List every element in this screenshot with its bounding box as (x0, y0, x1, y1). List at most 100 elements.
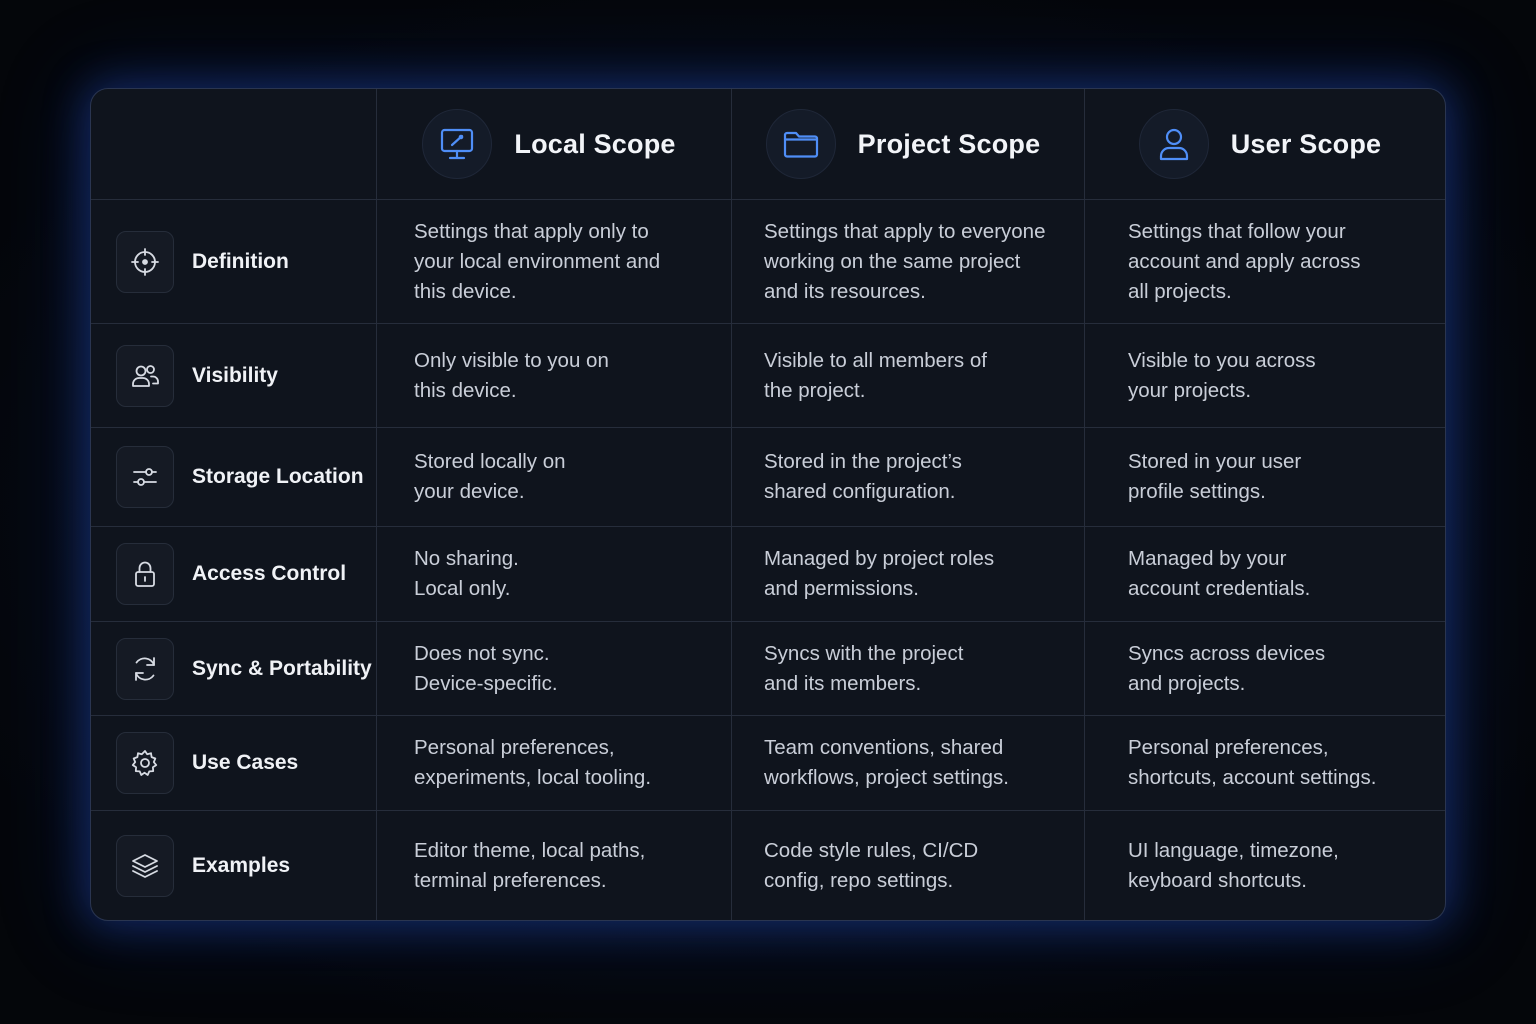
cell-access-local: No sharing. Local only. (377, 527, 732, 622)
cell-text-line: your local environment and (414, 249, 661, 273)
header-user-scope: User Scope (1085, 89, 1445, 200)
page-background: Local Scope Project Scope User Scope Def… (0, 0, 1536, 1024)
cell-text-line: keyboard shortcuts. (1128, 868, 1307, 892)
refresh-icon (116, 637, 174, 700)
cell-text-line: Local only. (414, 577, 511, 600)
cell-text-line: Syncs across devices (1128, 641, 1326, 665)
column-title-local: Local Scope (514, 128, 676, 159)
column-title-user: User Scope (1230, 128, 1382, 159)
crosshair-icon (116, 230, 174, 293)
cell-text-line: experiments, local tooling. (414, 766, 652, 789)
row-label: Storage Location (192, 465, 364, 488)
row-label: Definition (192, 249, 289, 273)
cell-text-line: No sharing. (414, 547, 519, 570)
cell-text-line: shortcuts, account settings. (1128, 766, 1377, 789)
cell-text-line: Code style rules, CI/CD (764, 838, 979, 862)
row-label: Sync & Portability (192, 656, 372, 680)
users-icon (116, 344, 174, 407)
row-header-examples: Examples (91, 811, 377, 920)
cell-text-line: Visible to all members of (764, 348, 987, 372)
cell-visibility-user: Visible to you across your projects. (1085, 324, 1445, 428)
cell-examples-user: UI language, timezone, keyboard shortcut… (1085, 811, 1445, 920)
cell-text-line: profile settings. (1128, 480, 1266, 503)
cell-definition-local: Settings that apply only to your local e… (377, 200, 732, 324)
cell-text-line: and its members. (764, 671, 922, 695)
cell-text-line: workflows, project settings. (764, 766, 1009, 789)
table-grid: Local Scope Project Scope User Scope Def… (91, 89, 1445, 920)
cell-text-line: your projects. (1128, 378, 1252, 402)
row-header-storage-location: Storage Location (91, 428, 377, 527)
header-empty-cell (91, 89, 377, 200)
row-label: Use Cases (192, 751, 299, 774)
header-local-scope: Local Scope (377, 89, 732, 200)
scope-comparison-table: Local Scope Project Scope User Scope Def… (90, 88, 1446, 921)
cell-text-line: config, repo settings. (764, 868, 954, 892)
cell-text-line: and its resources. (764, 279, 926, 303)
cell-visibility-project: Visible to all members of the project. (732, 324, 1085, 428)
cell-text-line: shared configuration. (764, 480, 956, 503)
gear-icon (116, 732, 174, 794)
cell-text-line: Device-specific. (414, 671, 558, 695)
cell-examples-project: Code style rules, CI/CD config, repo set… (732, 811, 1085, 920)
cell-storage-project: Stored in the project’s shared configura… (732, 428, 1085, 527)
cell-access-user: Managed by your account credentials. (1085, 527, 1445, 622)
cell-text-line: Only visible to you on (414, 348, 609, 372)
cell-text-line: Managed by your (1128, 547, 1287, 570)
cell-text-line: Syncs with the project (764, 641, 964, 665)
cell-sync-user: Syncs across devices and projects. (1085, 622, 1445, 716)
cell-definition-user: Settings that follow your account and ap… (1085, 200, 1445, 324)
cell-text-line: Visible to you across (1128, 348, 1316, 372)
header-project-scope: Project Scope (732, 89, 1085, 200)
sliders-icon (116, 446, 174, 508)
cell-sync-project: Syncs with the project and its members. (732, 622, 1085, 716)
cell-storage-user: Stored in your user profile settings. (1085, 428, 1445, 527)
user-icon (1138, 109, 1209, 179)
cell-usecases-project: Team conventions, shared workflows, proj… (732, 716, 1085, 811)
cell-text-line: and projects. (1128, 671, 1246, 695)
cell-text-line: Settings that apply to everyone (764, 219, 1046, 243)
monitor-icon (422, 109, 493, 179)
cell-usecases-local: Personal preferences, experiments, local… (377, 716, 732, 811)
cell-text-line: the project. (764, 378, 866, 402)
cell-text-line: Settings that follow your (1128, 219, 1346, 243)
layers-icon (116, 834, 174, 897)
cell-text-line: Editor theme, local paths, (414, 838, 646, 862)
lock-icon (116, 543, 174, 605)
cell-sync-local: Does not sync. Device-specific. (377, 622, 732, 716)
cell-text-line: terminal preferences. (414, 868, 607, 892)
row-header-sync-portability: Sync & Portability (91, 622, 377, 716)
cell-examples-local: Editor theme, local paths, terminal pref… (377, 811, 732, 920)
cell-text-line: Stored in the project’s (764, 450, 962, 473)
cell-text-line: Stored locally on (414, 450, 566, 473)
row-label: Examples (192, 853, 291, 877)
row-header-visibility: Visibility (91, 324, 377, 428)
cell-text-line: your device. (414, 480, 525, 503)
cell-text-line: and permissions. (764, 577, 919, 600)
cell-access-project: Managed by project roles and permissions… (732, 527, 1085, 622)
cell-text-line: account credentials. (1128, 577, 1311, 600)
cell-text-line: UI language, timezone, (1128, 838, 1339, 862)
cell-text-line: Does not sync. (414, 641, 550, 665)
row-header-definition: Definition (91, 200, 377, 324)
cell-usecases-user: Personal preferences, shortcuts, account… (1085, 716, 1445, 811)
cell-storage-local: Stored locally on your device. (377, 428, 732, 527)
cell-definition-project: Settings that apply to everyone working … (732, 200, 1085, 324)
cell-text-line: account and apply across (1128, 249, 1361, 273)
row-header-access-control: Access Control (91, 527, 377, 622)
cell-text-line: this device. (414, 378, 517, 402)
cell-text-line: working on the same project (764, 249, 1021, 273)
cell-text-line: Managed by project roles (764, 547, 995, 570)
cell-text-line: all projects. (1128, 279, 1232, 303)
cell-text-line: Stored in your user (1128, 450, 1302, 473)
cell-text-line: Personal preferences, (414, 736, 615, 759)
cell-visibility-local: Only visible to you on this device. (377, 324, 732, 428)
row-label: Visibility (192, 363, 278, 387)
folder-icon (765, 109, 836, 179)
cell-text-line: Settings that apply only to (414, 219, 649, 243)
row-label: Access Control (192, 562, 347, 585)
cell-text-line: this device. (414, 279, 517, 303)
cell-text-line: Team conventions, shared (764, 736, 1004, 759)
cell-text-line: Personal preferences, (1128, 736, 1329, 759)
column-title-project: Project Scope (857, 128, 1041, 159)
row-header-use-cases: Use Cases (91, 716, 377, 811)
